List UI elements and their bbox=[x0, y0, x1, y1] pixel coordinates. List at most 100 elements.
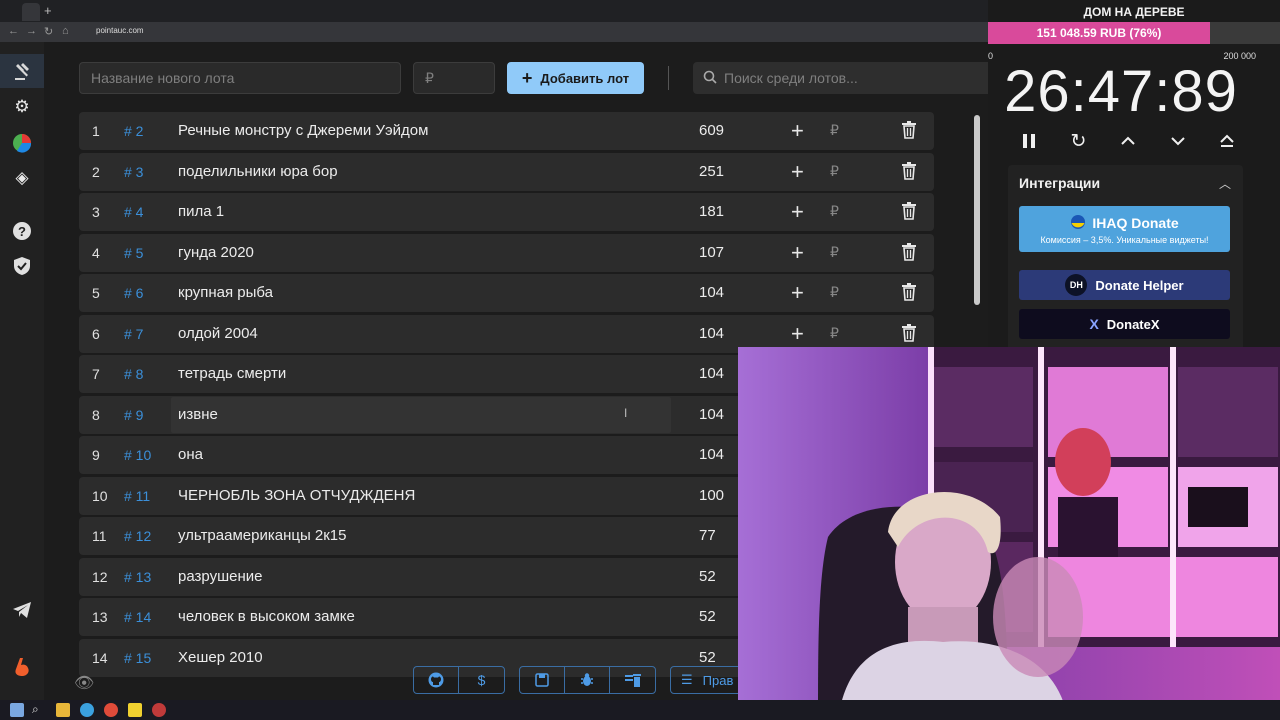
pause-icon[interactable] bbox=[1012, 128, 1046, 154]
lot-index: 10 bbox=[92, 487, 108, 504]
reset-icon[interactable]: ↻ bbox=[1062, 128, 1096, 154]
lot-amount: 609 bbox=[699, 122, 725, 139]
delete-trash-icon[interactable] bbox=[901, 202, 919, 222]
donatex-button[interactable]: X DonateX bbox=[1019, 309, 1230, 339]
start-icon[interactable] bbox=[10, 703, 24, 717]
ihaq-donate-button[interactable]: IHAQ Donate Комиссия – 3,5%. Уникальные … bbox=[1019, 206, 1230, 252]
integrations-header: Интеграции bbox=[1019, 175, 1101, 191]
github-icon[interactable] bbox=[414, 667, 459, 693]
add-amount-icon[interactable]: + bbox=[791, 240, 804, 266]
subtract-time-chevron-down-icon[interactable] bbox=[1161, 128, 1195, 154]
amount-input[interactable]: ₽ bbox=[413, 62, 495, 94]
add-lot-button[interactable]: + Добавить лот bbox=[507, 62, 644, 94]
lot-id: # 7 bbox=[124, 325, 144, 342]
rub-icon[interactable]: ₽ bbox=[830, 244, 839, 261]
lot-row[interactable]: 3# 4пила 1181+₽••• bbox=[79, 193, 934, 231]
home-icon[interactable]: ⌂ bbox=[62, 25, 69, 37]
clear-all-icon[interactable] bbox=[610, 667, 655, 693]
links-group: $ bbox=[413, 666, 505, 694]
lot-id: # 4 bbox=[124, 204, 144, 220]
lot-name[interactable]: разрушение bbox=[178, 568, 262, 585]
bug-report-icon[interactable] bbox=[565, 667, 610, 693]
lot-id: # 2 bbox=[124, 123, 144, 139]
obs-icon[interactable] bbox=[152, 703, 166, 717]
ihaq-logo-icon bbox=[1070, 214, 1086, 233]
visibility-eye-icon[interactable]: 👁 bbox=[74, 673, 94, 693]
lot-name[interactable]: гунда 2020 bbox=[178, 244, 254, 261]
delete-trash-icon[interactable] bbox=[901, 121, 919, 141]
edge-icon[interactable] bbox=[80, 703, 94, 717]
donate-helper-logo-icon: DH bbox=[1065, 274, 1088, 296]
webcam-overlay bbox=[738, 347, 1280, 720]
rub-icon[interactable]: ₽ bbox=[830, 203, 839, 220]
lot-name[interactable]: ультраамериканцы 2к15 bbox=[178, 527, 347, 544]
file-explorer-icon[interactable] bbox=[56, 703, 70, 717]
add-amount-icon[interactable]: + bbox=[791, 280, 804, 306]
app-icon[interactable] bbox=[128, 703, 142, 717]
add-amount-icon[interactable]: + bbox=[791, 159, 804, 185]
telegram-icon[interactable] bbox=[10, 598, 34, 622]
donate-helper-button[interactable]: DH Donate Helper bbox=[1019, 270, 1230, 300]
delete-trash-icon[interactable] bbox=[901, 161, 919, 182]
ihaq-donate-label: IHAQ Donate bbox=[1092, 215, 1179, 231]
wheel-pie-icon[interactable] bbox=[10, 131, 34, 155]
lot-amount: 104 bbox=[699, 365, 725, 382]
lot-name[interactable]: поделильники юра бор bbox=[178, 163, 338, 180]
donate-dollar-icon[interactable]: $ bbox=[459, 667, 504, 693]
rub-icon[interactable]: ₽ bbox=[830, 163, 839, 180]
rub-icon[interactable]: ₽ bbox=[830, 325, 839, 342]
add-amount-icon[interactable]: + bbox=[791, 199, 804, 225]
lot-index: 14 bbox=[92, 649, 108, 666]
lot-name-input[interactable]: Название нового лота bbox=[79, 62, 401, 94]
auction-gavel-icon[interactable] bbox=[10, 59, 34, 83]
settings-gear-icon[interactable]: ⚙ bbox=[10, 95, 34, 119]
lot-name[interactable]: пила 1 bbox=[178, 203, 224, 220]
lot-name[interactable]: олдой 2004 bbox=[178, 325, 258, 342]
lot-index: 1 bbox=[92, 123, 100, 139]
search-input[interactable]: Поиск среди лотов... bbox=[693, 62, 993, 94]
lot-name[interactable]: ЧЕРНОБЛЬ ЗОНА ОТЧУДЖДЕНЯ bbox=[178, 487, 415, 504]
lot-id: # 14 bbox=[124, 609, 152, 625]
lot-name[interactable]: Речные монстру с Джереми Уэйдом bbox=[178, 122, 428, 139]
eject-collapse-icon[interactable] bbox=[1210, 128, 1244, 154]
delete-trash-icon[interactable] bbox=[901, 242, 919, 263]
lot-name[interactable]: крупная рыба bbox=[178, 284, 273, 301]
lot-list-scrollbar[interactable] bbox=[974, 115, 980, 305]
delete-trash-icon[interactable] bbox=[901, 283, 919, 303]
lot-name[interactable]: она bbox=[178, 446, 203, 463]
rub-icon[interactable]: ₽ bbox=[830, 284, 839, 301]
lot-row[interactable]: 5# 6крупная рыба104+₽••• bbox=[79, 274, 934, 312]
os-taskbar: ⌕ bbox=[0, 700, 1280, 720]
lot-name[interactable]: человек в высоком замке bbox=[178, 608, 355, 625]
reload-icon[interactable]: ↻ bbox=[44, 25, 53, 38]
lot-name[interactable]: Хешер 2010 bbox=[178, 649, 263, 666]
lot-row[interactable]: 1 # 2 Речные монстру с Джереми Уэйдом 609 + ₽… bbox=[79, 112, 934, 150]
browser-address-bar: ← → ↻ ⌂ pointauc.com bbox=[0, 22, 988, 42]
lot-name[interactable]: тетрадь смерти bbox=[178, 365, 286, 382]
lot-id: # 15 bbox=[124, 649, 152, 666]
help-icon[interactable]: ? bbox=[10, 219, 34, 243]
back-icon[interactable]: ← bbox=[8, 25, 19, 37]
lot-name[interactable]: извне bbox=[178, 406, 218, 423]
taskbar-search-icon[interactable]: ⌕ bbox=[32, 702, 46, 716]
delete-trash-icon[interactable] bbox=[901, 323, 919, 344]
collapse-chevron-icon[interactable]: ︿ bbox=[1219, 175, 1231, 192]
save-icon[interactable] bbox=[520, 667, 565, 693]
add-time-chevron-up-icon[interactable] bbox=[1111, 128, 1145, 154]
browser-tab[interactable] bbox=[22, 3, 40, 21]
layers-icon[interactable]: ◈ bbox=[10, 166, 34, 190]
chrome-icon[interactable] bbox=[104, 703, 118, 717]
lot-amount: 107 bbox=[699, 243, 725, 261]
boosty-icon[interactable] bbox=[10, 655, 34, 679]
add-amount-icon[interactable]: + bbox=[791, 321, 804, 347]
new-tab-icon[interactable]: + bbox=[44, 3, 52, 18]
url-text[interactable]: pointauc.com bbox=[96, 26, 144, 35]
rub-icon[interactable]: ₽ bbox=[830, 122, 839, 139]
lot-row[interactable]: 2# 3поделильники юра бор251+₽••• bbox=[79, 152, 934, 191]
lot-index: 7 bbox=[92, 366, 100, 382]
lot-row[interactable]: 4# 5гунда 2020107+₽••• bbox=[79, 233, 934, 272]
add-amount-icon[interactable]: + bbox=[791, 118, 804, 144]
forward-icon[interactable]: → bbox=[26, 25, 37, 37]
shield-icon[interactable] bbox=[10, 254, 34, 278]
rules-button[interactable]: ☰ Прав bbox=[670, 666, 742, 694]
